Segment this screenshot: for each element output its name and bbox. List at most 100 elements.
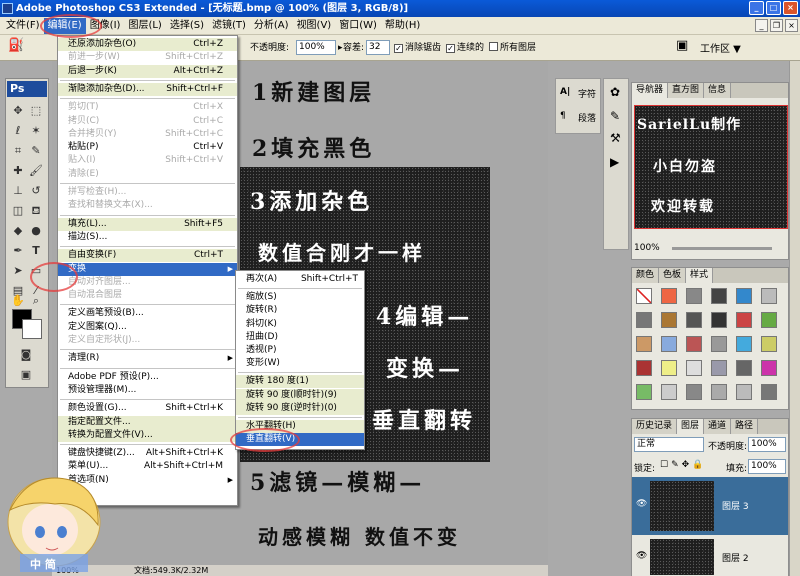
style-swatch[interactable] <box>761 312 777 328</box>
blur-tool-icon[interactable]: ◆ <box>10 223 26 239</box>
menu-item[interactable]: 旋转(R) <box>236 304 364 317</box>
style-swatch[interactable] <box>761 384 777 400</box>
doc-restore-button[interactable]: ❐ <box>770 19 783 32</box>
menu-window[interactable]: 窗口(W) <box>335 18 381 34</box>
menu-item[interactable]: 变换 ▶ <box>58 262 237 276</box>
hand-tool-icon[interactable]: ✋ <box>10 293 26 309</box>
style-swatch[interactable] <box>686 312 702 328</box>
style-swatch[interactable] <box>636 360 652 376</box>
menu-item[interactable]: 透视(P) <box>236 344 364 357</box>
menu-item[interactable]: 后退一步(K) Alt+Ctrl+Z <box>58 64 237 78</box>
style-swatch[interactable] <box>761 336 777 352</box>
menu-item[interactable]: 旋转 90 度(逆时针)(0) <box>236 401 364 415</box>
style-swatch[interactable] <box>661 288 677 304</box>
navigator-preview[interactable]: SarielLu制作 小白勿盗 欢迎转载 <box>634 105 788 229</box>
style-swatch[interactable] <box>736 312 752 328</box>
menu-item[interactable]: 键盘快捷键(Z)... Alt+Shift+Ctrl+K <box>58 447 237 460</box>
menu-item[interactable]: 缩放(S) <box>236 291 364 304</box>
right-scrollbar[interactable] <box>789 61 800 576</box>
fill-input[interactable]: 100% <box>748 459 786 474</box>
paragraph-panel-icon[interactable]: ¶ <box>560 111 566 121</box>
paint-bucket-icon[interactable]: ⛽ <box>8 39 24 53</box>
style-swatch[interactable] <box>736 288 752 304</box>
menu-item[interactable]: 清理(R) ▶ <box>58 352 237 365</box>
style-swatch[interactable] <box>636 384 652 400</box>
style-swatch[interactable] <box>661 312 677 328</box>
antialias-checkbox[interactable]: ✓ 消除锯齿 <box>394 41 441 55</box>
pen-tool-icon[interactable]: ✒ <box>10 243 26 259</box>
menu-item[interactable]: 指定配置文件... <box>58 415 237 429</box>
style-swatch[interactable] <box>661 384 677 400</box>
tab-histogram[interactable]: 直方图 <box>668 83 705 98</box>
menu-item[interactable]: 描边(S)... <box>58 231 237 244</box>
style-swatch[interactable] <box>736 384 752 400</box>
menu-item[interactable]: 自由变换(F) Ctrl+T <box>58 249 237 263</box>
tool-presets-icon[interactable]: ✎ <box>610 109 620 123</box>
menu-select[interactable]: 选择(S) <box>166 18 208 34</box>
menu-item[interactable]: 旋转 90 度(顺时针)(9) <box>236 388 364 402</box>
doc-close-button[interactable]: × <box>785 19 798 32</box>
magic-wand-tool-icon[interactable]: ✶ <box>28 123 44 139</box>
character-panel-icon[interactable]: A| <box>560 87 570 97</box>
style-swatch[interactable] <box>736 336 752 352</box>
layer-name[interactable]: 图层 3 <box>722 499 749 512</box>
all-layers-checkbox[interactable]: 所有图层 <box>489 41 536 55</box>
brushes-icon[interactable]: ✿ <box>610 85 620 99</box>
tab-layers[interactable]: 图层 <box>677 419 705 434</box>
menu-help[interactable]: 帮助(H) <box>381 18 424 34</box>
history-brush-tool-icon[interactable]: ↺ <box>28 183 44 199</box>
lock-icons[interactable]: ☐✎✥🔒 <box>660 460 706 470</box>
menu-item[interactable]: 变形(W) <box>236 357 364 370</box>
path-selection-tool-icon[interactable]: ➤ <box>10 263 26 279</box>
tab-channels[interactable]: 通道 <box>704 419 732 434</box>
slice-tool-icon[interactable]: ✎ <box>28 143 44 159</box>
layer-row-selected[interactable]: 👁 图层 3 <box>632 477 788 535</box>
marquee-tool-icon[interactable]: ⬚ <box>28 103 44 119</box>
menu-item[interactable]: 定义画笔预设(B)... <box>58 307 237 320</box>
tab-paths[interactable]: 路径 <box>731 419 759 434</box>
zoom-tool-icon[interactable]: ⌕ <box>28 293 44 309</box>
navigator-zoom-value[interactable]: 100% <box>634 243 660 253</box>
clone-stamp-tool-icon[interactable]: ⊥ <box>10 183 26 199</box>
tab-info[interactable]: 信息 <box>704 83 732 98</box>
doc-minimize-button[interactable]: _ <box>755 19 768 32</box>
tab-navigator[interactable]: 导航器 <box>632 83 669 98</box>
tab-color[interactable]: 颜色 <box>632 268 660 283</box>
menu-view[interactable]: 视图(V) <box>293 18 336 34</box>
bridge-icon[interactable]: ▣ <box>676 39 688 53</box>
style-swatch[interactable] <box>761 288 777 304</box>
menu-item[interactable]: 粘贴(P) Ctrl+V <box>58 141 237 154</box>
quick-mask-icon[interactable]: ◙ <box>18 347 34 363</box>
style-swatch[interactable] <box>711 312 727 328</box>
layer-name[interactable]: 图层 2 <box>722 551 749 564</box>
style-swatch[interactable] <box>636 336 652 352</box>
tab-history[interactable]: 历史记录 <box>632 419 678 434</box>
actions-icon[interactable]: ▶ <box>610 155 619 169</box>
menu-item[interactable]: Adobe PDF 预设(P)... <box>58 371 237 384</box>
style-swatch[interactable] <box>761 360 777 376</box>
menu-analysis[interactable]: 分析(A) <box>250 18 293 34</box>
layer-comps-icon[interactable]: ⚒ <box>610 131 621 145</box>
style-swatch[interactable] <box>711 288 727 304</box>
background-color-swatch[interactable] <box>22 319 42 339</box>
dodge-tool-icon[interactable]: ● <box>28 223 44 239</box>
minimize-button[interactable]: _ <box>749 1 764 15</box>
opacity-input[interactable]: 100% <box>296 40 336 55</box>
style-swatch[interactable] <box>711 384 727 400</box>
contiguous-checkbox[interactable]: ✓ 连续的 <box>446 41 484 55</box>
type-tool-icon[interactable]: T <box>28 243 44 259</box>
tab-styles[interactable]: 样式 <box>686 268 714 283</box>
layer-row[interactable]: 👁 图层 2 <box>632 537 788 576</box>
lasso-tool-icon[interactable]: ℓ <box>10 123 26 139</box>
menu-item[interactable]: 扭曲(D) <box>236 331 364 344</box>
style-swatch[interactable] <box>686 288 702 304</box>
brush-tool-icon[interactable]: 🖌 <box>28 163 44 179</box>
healing-brush-tool-icon[interactable]: ✚ <box>10 163 26 179</box>
paragraph-panel-label[interactable]: 段落 <box>578 111 596 124</box>
menu-item[interactable]: 渐隐添加杂色(D)... Shift+Ctrl+F <box>58 82 237 96</box>
screen-mode-icon[interactable]: ▣ <box>18 367 34 383</box>
eye-icon[interactable]: 👁 <box>636 499 647 509</box>
menu-item[interactable]: 转换为配置文件(V)... <box>58 428 237 442</box>
tab-swatches[interactable]: 色板 <box>659 268 687 283</box>
style-swatch[interactable] <box>711 360 727 376</box>
